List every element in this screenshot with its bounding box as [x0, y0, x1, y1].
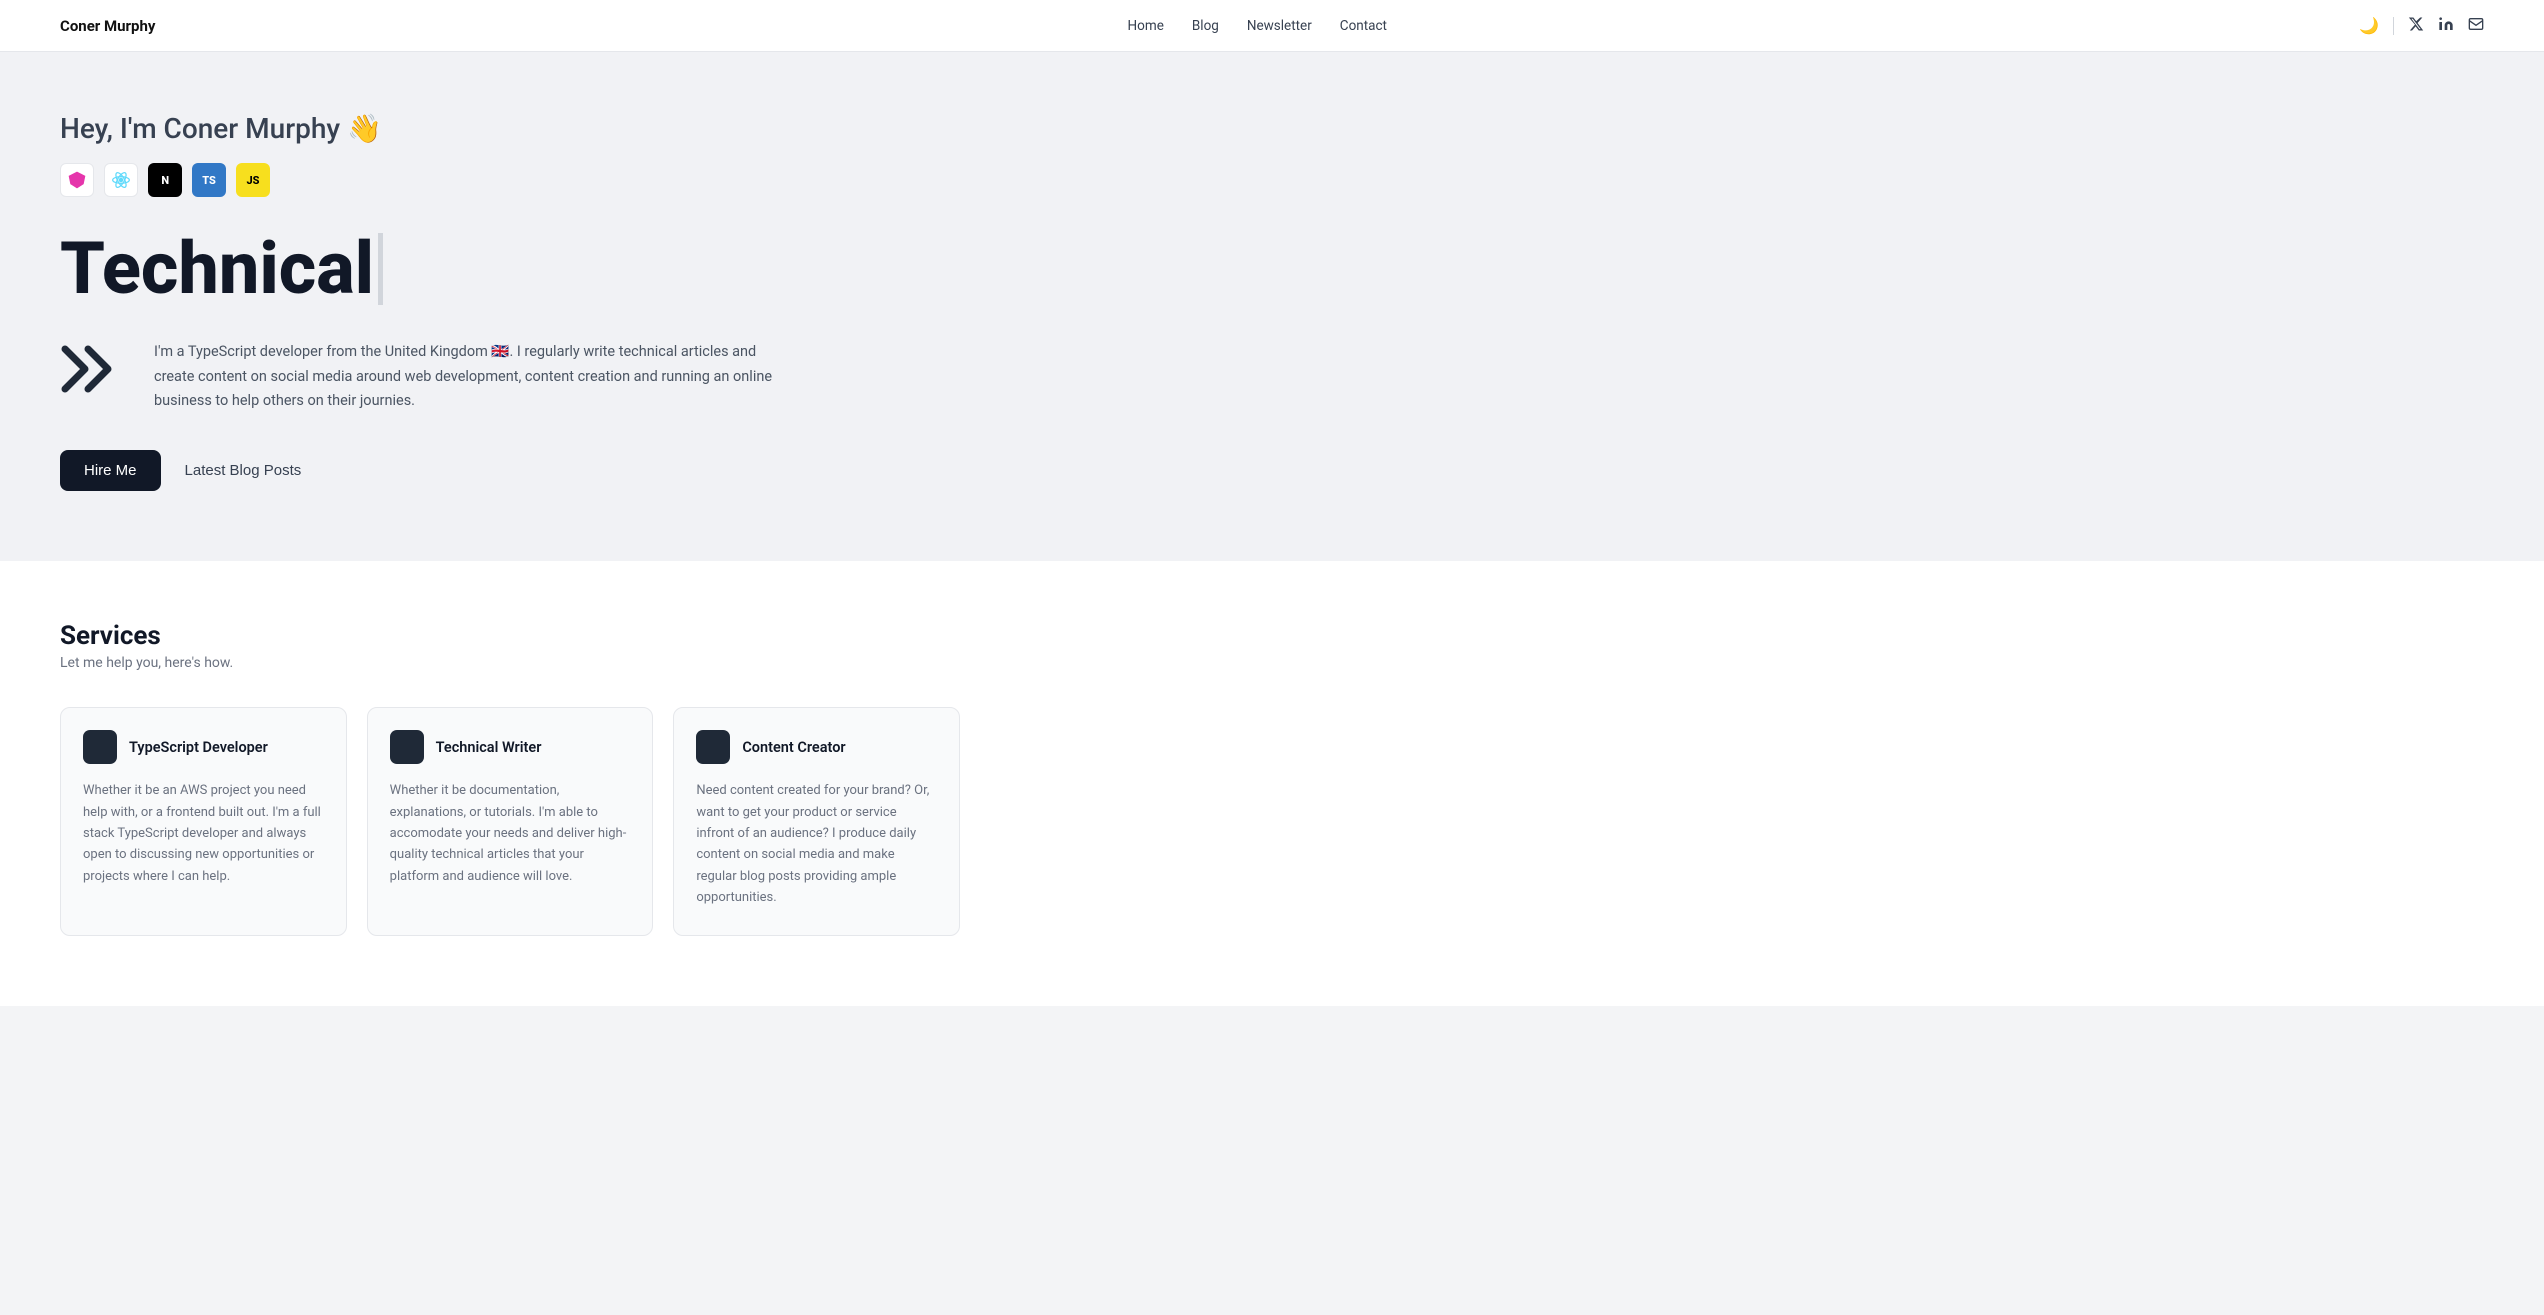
badge-react: [104, 163, 138, 197]
typescript-dev-desc: Whether it be an AWS project you need he…: [83, 780, 324, 887]
hero-section: Hey, I'm Coner Murphy 👋 N TS JS Technica…: [0, 52, 2544, 561]
service-card-header-2: Technical Writer: [390, 730, 631, 764]
nav-home[interactable]: Home: [1128, 18, 1164, 34]
badge-javascript: JS: [236, 163, 270, 197]
hero-greeting: Hey, I'm Coner Murphy 👋: [60, 112, 2484, 145]
badge-typescript: TS: [192, 163, 226, 197]
service-card-header-3: Content Creator: [696, 730, 937, 764]
service-card-writer: Technical Writer Whether it be documenta…: [367, 707, 654, 936]
linkedin-icon[interactable]: [2438, 16, 2454, 36]
content-creator-title: Content Creator: [742, 739, 845, 756]
services-subtitle: Let me help you, here's how.: [60, 655, 2484, 671]
nav-links: Home Blog Newsletter Contact: [1128, 18, 1387, 34]
nav-right: 🌙: [2359, 16, 2484, 36]
hero-buttons: Hire Me Latest Blog Posts: [60, 450, 2484, 491]
nav-divider: [2393, 17, 2394, 35]
typescript-dev-icon: [83, 730, 117, 764]
technical-writer-title: Technical Writer: [436, 739, 542, 756]
services-grid: TypeScript Developer Whether it be an AW…: [60, 707, 960, 936]
nav-newsletter[interactable]: Newsletter: [1247, 18, 1312, 34]
navbar: Coner Murphy Home Blog Newsletter Contac…: [0, 0, 2544, 52]
nav-blog[interactable]: Blog: [1192, 18, 1219, 34]
nav-contact[interactable]: Contact: [1340, 18, 1387, 34]
technical-writer-desc: Whether it be documentation, explanation…: [390, 780, 631, 887]
badge-graphql: [60, 163, 94, 197]
twitter-icon[interactable]: [2408, 16, 2424, 36]
latest-blog-posts-button[interactable]: Latest Blog Posts: [185, 462, 302, 479]
service-card-creator: Content Creator Need content created for…: [673, 707, 960, 936]
tech-badges: N TS JS: [60, 163, 2484, 197]
site-logo[interactable]: Coner Murphy: [60, 17, 155, 35]
hero-desc-row: I'm a TypeScript developer from the Unit…: [60, 340, 780, 414]
technical-writer-icon: [390, 730, 424, 764]
typescript-dev-title: TypeScript Developer: [129, 739, 268, 756]
badge-next: N: [148, 163, 182, 197]
services-title: Services: [60, 621, 2484, 651]
services-section: Services Let me help you, here's how. Ty…: [0, 561, 2544, 1006]
content-creator-desc: Need content created for your brand? Or,…: [696, 780, 937, 909]
service-card-header-1: TypeScript Developer: [83, 730, 324, 764]
dark-mode-toggle[interactable]: 🌙: [2359, 16, 2379, 35]
chevron-double-icon: [60, 344, 130, 394]
hero-title: Technical: [60, 229, 2484, 308]
email-icon[interactable]: [2468, 16, 2484, 36]
hero-description: I'm a TypeScript developer from the Unit…: [154, 340, 780, 414]
service-card-typescript: TypeScript Developer Whether it be an AW…: [60, 707, 347, 936]
title-cursor: [378, 233, 383, 305]
content-creator-icon: [696, 730, 730, 764]
hire-me-button[interactable]: Hire Me: [60, 450, 161, 491]
